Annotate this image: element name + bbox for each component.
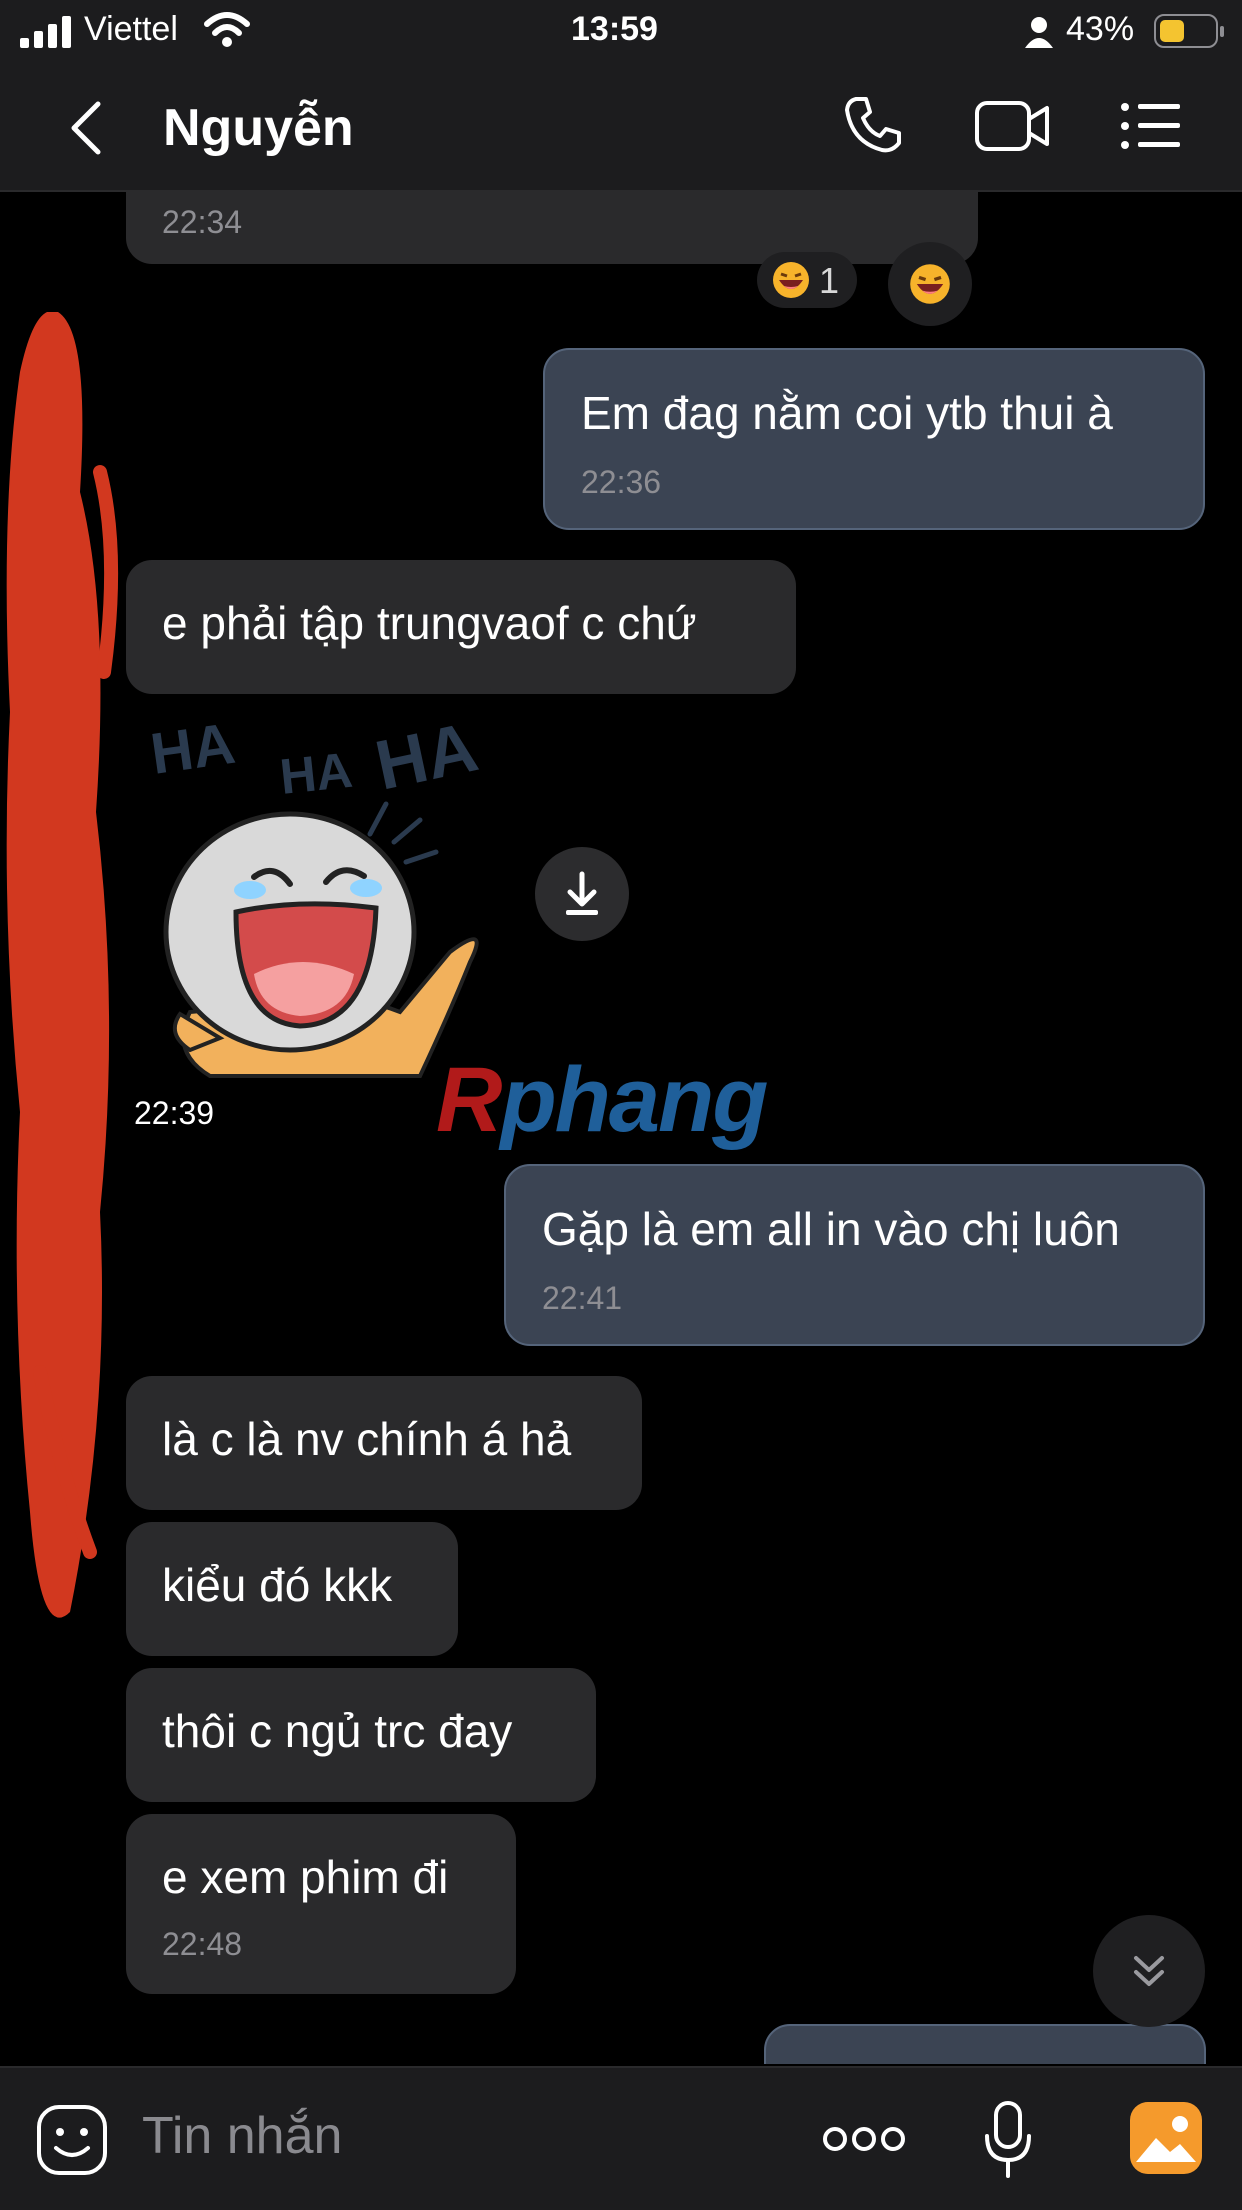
message-bubble[interactable]: Em đag nằm coi ytb thui à 22:36: [543, 348, 1205, 530]
svg-text:HA: HA: [277, 742, 355, 805]
composer-bar: Tin nhắn: [0, 2066, 1242, 2210]
message-bubble[interactable]: là c là nv chính á hả: [126, 1376, 642, 1510]
add-reaction-button[interactable]: [888, 242, 972, 326]
message-time: 22:34: [162, 204, 243, 240]
battery-icon: [1154, 14, 1224, 48]
message-time: 22:41: [542, 1280, 623, 1316]
wifi-icon: [204, 12, 250, 47]
message-text: kiểu đó kkk: [162, 1559, 393, 1611]
svg-text:HA: HA: [369, 712, 484, 805]
message-bubble[interactable]: kiểu đó kkk: [126, 1522, 458, 1656]
message-text: thôi c ngủ trc đay: [162, 1705, 513, 1757]
message-text: e xem phim đi: [162, 1851, 449, 1903]
phone-icon[interactable]: [842, 94, 904, 156]
clock: 13:59: [571, 10, 658, 48]
laughing-emoji-icon: [910, 264, 950, 304]
person-icon: [1025, 17, 1053, 48]
carrier-label: Viettel: [84, 10, 178, 48]
redaction-scribble: [6, 312, 119, 1618]
menu-icon[interactable]: [1120, 102, 1182, 150]
scroll-down-icon[interactable]: [1092, 1914, 1206, 2028]
video-icon[interactable]: [974, 100, 1050, 152]
message-text: là c là nv chính á hả: [162, 1413, 572, 1465]
back-icon[interactable]: [66, 98, 106, 158]
sticker-time: 22:39: [124, 1091, 225, 1136]
chat-header: Nguyễn: [0, 64, 1242, 192]
message-text: Em đag nằm coi ytb thui à: [581, 387, 1113, 439]
svg-text:HA: HA: [150, 712, 239, 787]
battery-percent: 43%: [1066, 10, 1135, 48]
message-time: 22:48: [162, 1926, 243, 1962]
chat-area[interactable]: 22:34 1 Em đag nằm coi ytb thui à 22:36 …: [0, 192, 1242, 2064]
sticker[interactable]: HA HA HA: [147, 707, 490, 1082]
laughing-emoji-icon: [773, 262, 809, 298]
emoji-icon[interactable]: [36, 2104, 108, 2176]
status-bar: Viettel 13:59 43%: [0, 0, 1242, 64]
watermark: Rphang: [436, 1049, 768, 1151]
message-bubble[interactable]: 22:34: [126, 192, 978, 264]
message-input[interactable]: Tin nhắn: [142, 2106, 342, 2166]
message-bubble[interactable]: e phải tập trungvaof c chứ: [126, 560, 796, 694]
image-icon[interactable]: [1128, 2100, 1204, 2176]
mic-icon[interactable]: [982, 2100, 1034, 2180]
message-bubble[interactable]: [764, 2024, 1206, 2064]
laughing-sticker-image: HA HA HA: [147, 707, 484, 1078]
message-time: 22:36: [581, 464, 662, 500]
signal-icon: [20, 16, 71, 48]
download-icon[interactable]: [534, 846, 630, 942]
message-text: Gặp là em all in vào chị luôn: [542, 1203, 1120, 1255]
reaction-count: 1: [819, 260, 840, 301]
reaction-chip[interactable]: 1: [757, 252, 857, 308]
message-bubble[interactable]: e xem phim đi 22:48: [126, 1814, 516, 1994]
message-text: e phải tập trungvaof c chứ: [162, 597, 697, 649]
message-bubble[interactable]: Gặp là em all in vào chị luôn 22:41: [504, 1164, 1205, 1346]
contact-name[interactable]: Nguyễn: [163, 98, 354, 158]
more-icon[interactable]: [822, 2124, 906, 2154]
message-bubble[interactable]: thôi c ngủ trc đay: [126, 1668, 596, 1802]
